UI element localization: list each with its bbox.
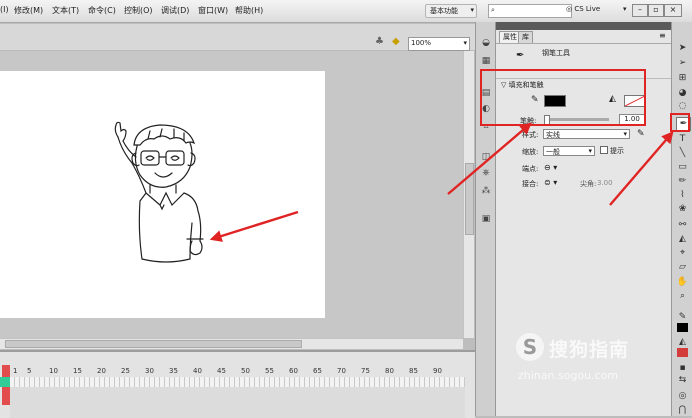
watermark-url: zhinan.sogou.com bbox=[518, 369, 619, 382]
watermark: S 搜狗指南 zhinan.sogou.com bbox=[516, 331, 666, 391]
watermark-brand: 搜狗指南 bbox=[549, 339, 630, 361]
sogou-logo-icon: S bbox=[516, 333, 544, 361]
arrow-to-pen-tool bbox=[609, 131, 674, 206]
arrow-to-hand bbox=[209, 210, 299, 242]
arrow-to-stroke bbox=[447, 122, 532, 195]
